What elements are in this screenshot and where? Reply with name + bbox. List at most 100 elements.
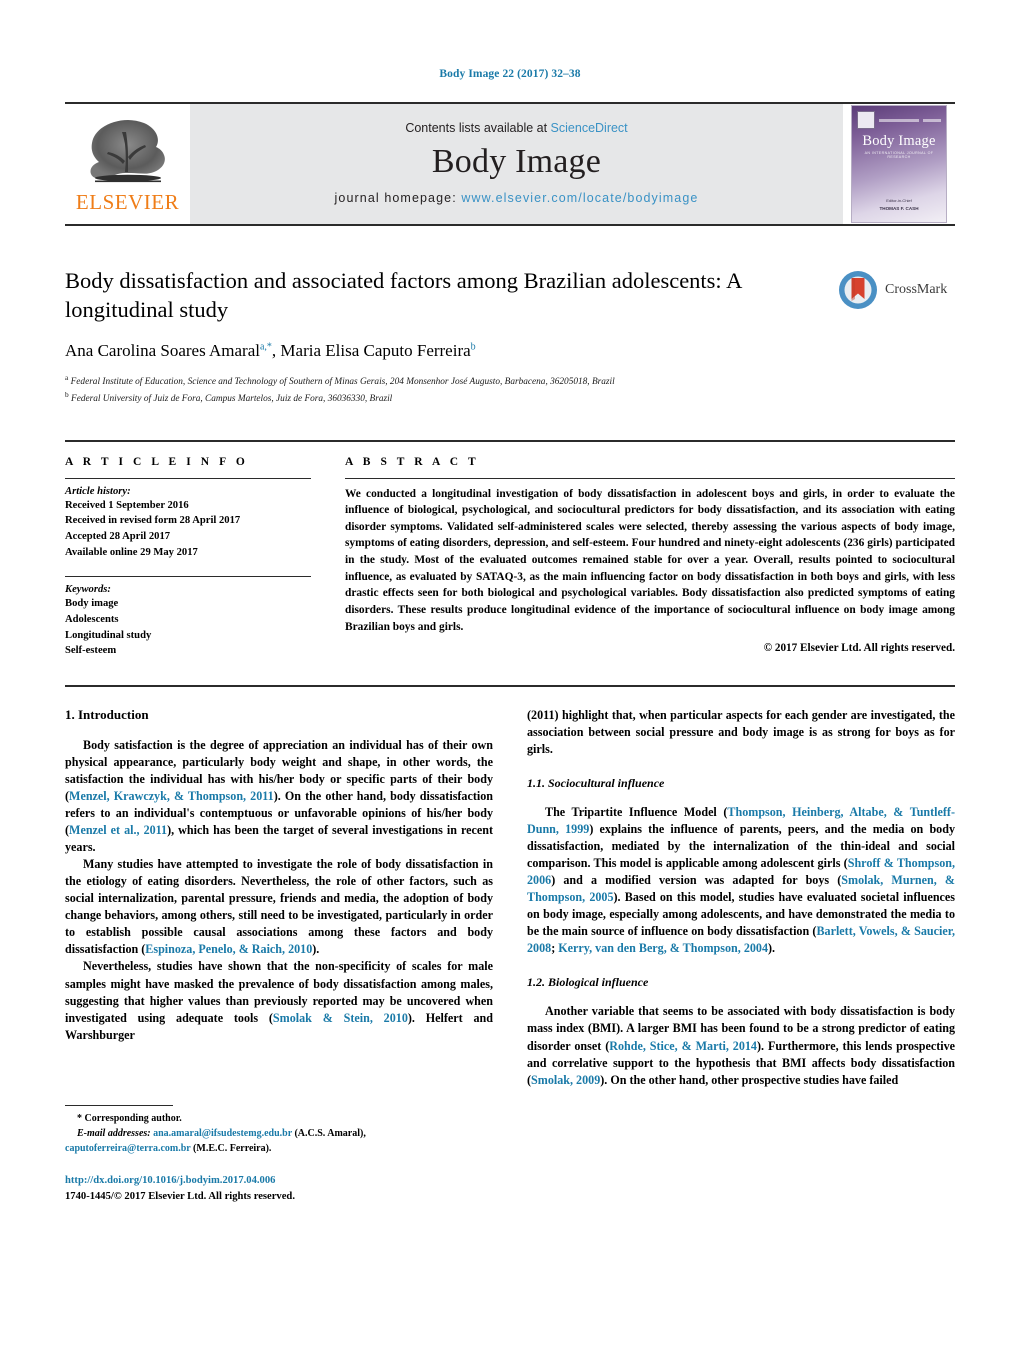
keyword-item: Adolescents: [65, 613, 119, 625]
cover-title: Body Image: [862, 133, 936, 149]
paragraph-continuation: (2011) highlight that, when particular a…: [527, 707, 955, 758]
article-info-heading: A R T I C L E I N F O: [65, 455, 249, 468]
author-marks: a,*: [259, 340, 272, 352]
copyright-line: © 2017 Elsevier Ltd. All rights reserved…: [763, 642, 955, 655]
affiliation-item: b Federal University of Juiz de Fora, Ca…: [65, 389, 955, 407]
article-page: Body Image 22 (2017) 32–38 ELSEVIER Cont…: [0, 0, 1020, 1351]
abstract-heading: A B S T R A C T: [345, 455, 480, 468]
doi-block: http://dx.doi.org/10.1016/j.bodyim.2017.…: [65, 1173, 493, 1205]
citation-link[interactable]: Menzel, Krawczyk, & Thompson, 2011: [69, 789, 274, 803]
text-run: The Tripartite Influence Model (: [545, 805, 728, 820]
citation-link[interactable]: Smolak & Stein, 2010: [273, 1011, 408, 1025]
keyword-item: Self-esteem: [65, 645, 117, 657]
keyword-item: Body image: [65, 598, 119, 610]
journal-cover-thumbnail: Body Image AN INTERNATIONAL JOURNAL OF R…: [843, 104, 955, 224]
history-item: Received in revised form 28 April 2017: [65, 515, 241, 527]
citation-link[interactable]: Smolak, 2009: [531, 1073, 600, 1087]
text-run: (2011) highlight that, when particular a…: [527, 707, 955, 756]
elsevier-logo: ELSEVIER: [65, 104, 190, 224]
divider: [65, 576, 311, 578]
elsevier-wordmark: ELSEVIER: [75, 190, 180, 214]
divider: [65, 477, 311, 479]
abstract-column: A B S T R A C T We conducted a longitudi…: [345, 442, 955, 659]
history-item: Accepted 28 April 2017: [65, 530, 171, 542]
cover-top-rule: [879, 118, 919, 122]
affiliation-list: a Federal Institute of Education, Scienc…: [65, 372, 955, 407]
right-column: (2011) highlight that, when particular a…: [527, 707, 955, 1205]
citation-link[interactable]: Menzel et al., 2011: [69, 823, 167, 837]
text-run: ). On the other hand, other prospective …: [600, 1072, 899, 1087]
affiliation-item: a Federal Institute of Education, Scienc…: [65, 372, 955, 390]
affiliation-text: Federal Institute of Education, Science …: [70, 376, 615, 387]
citation-link[interactable]: Espinoza, Penelo, & Raich, 2010: [145, 942, 312, 956]
keyword-item: Longitudinal study: [65, 629, 152, 641]
cover-editor-label: Editor-in-Chief: [886, 198, 912, 204]
doi-link[interactable]: http://dx.doi.org/10.1016/j.bodyim.2017.…: [65, 1173, 493, 1189]
cover-subtitle: AN INTERNATIONAL JOURNAL OF RESEARCH: [864, 151, 934, 159]
history-item: Received 1 September 2016: [65, 499, 189, 511]
email-link[interactable]: caputoferreira@terra.com.br: [65, 1143, 191, 1154]
affiliation-text: Federal University of Juiz de Fora, Camp…: [71, 394, 393, 405]
history-item: Available online 29 May 2017: [65, 546, 198, 558]
footnote-block: * Corresponding author. E-mail addresses…: [65, 1105, 493, 1205]
email-addresses-line: E-mail addresses: ana.amaral@ifsudestemg…: [65, 1126, 493, 1141]
cover-topbar: [857, 111, 941, 129]
corresponding-author-note: * Corresponding author.: [77, 1113, 182, 1125]
contents-available-line: Contents lists available at ScienceDirec…: [405, 121, 627, 135]
cover-top-rule-2: [923, 118, 941, 122]
masthead-center: Contents lists available at ScienceDirec…: [190, 104, 843, 224]
cover-card: Body Image AN INTERNATIONAL JOURNAL OF R…: [851, 105, 947, 223]
subsection-heading-biological: 1.2. Biological influence: [527, 975, 649, 990]
author-list: Ana Carolina Soares Amarala,*, Maria Eli…: [65, 341, 955, 361]
body-columns: 1. Introduction Body satisfaction is the…: [65, 684, 955, 1205]
crossmark-label: CrossMark: [885, 282, 948, 297]
page-title: Body dissatisfaction and associated fact…: [65, 268, 742, 323]
contents-prefix: Contents lists available at: [405, 120, 551, 135]
title-block: CrossMark Body dissatisfaction and assoc…: [65, 266, 955, 407]
citation-link[interactable]: Kerry, van den Berg, & Thompson, 2004: [558, 941, 768, 955]
abstract-text: We conducted a longitudinal investigatio…: [345, 487, 955, 633]
email-link[interactable]: ana.amaral@ifsudestemg.edu.br: [153, 1128, 292, 1139]
email-addresses-line-2: caputoferreira@terra.com.br (M.E.C. Ferr…: [65, 1141, 493, 1156]
author-name: Maria Elisa Caputo Ferreira: [280, 340, 471, 360]
article-info-column: A R T I C L E I N F O Article history: R…: [65, 442, 311, 659]
subsection-heading-sociocultural: 1.1. Sociocultural influence: [527, 776, 665, 791]
sciencedirect-link[interactable]: ScienceDirect: [551, 121, 628, 135]
journal-masthead: ELSEVIER Contents lists available at Sci…: [65, 102, 955, 226]
author-name: Ana Carolina Soares Amaral: [65, 340, 260, 360]
issn-copyright-line: 1740-1445/© 2017 Elsevier Ltd. All right…: [65, 1190, 295, 1202]
text-run: ).: [312, 942, 320, 957]
homepage-url-link[interactable]: www.elsevier.com/locate/bodyimage: [461, 191, 698, 205]
journal-title: Body Image: [431, 142, 602, 180]
cover-editor-name: THOMAS F. CASH: [879, 206, 919, 212]
paragraph: Another variable that seems to be associ…: [527, 1003, 955, 1088]
paragraph: Nevertheless, studies have shown that th…: [65, 958, 493, 1043]
elsevier-tree-icon: [89, 120, 165, 183]
footnote-divider: [65, 1105, 173, 1107]
left-column: 1. Introduction Body satisfaction is the…: [65, 707, 493, 1205]
article-history-label: Article history:: [65, 485, 131, 497]
divider: [345, 477, 955, 479]
citation-link[interactable]: Rohde, Stice, & Marti, 2014: [609, 1039, 757, 1053]
email-label: E-mail addresses:: [77, 1128, 151, 1140]
running-head: Body Image 22 (2017) 32–38: [439, 68, 581, 80]
keywords-label: Keywords:: [65, 584, 111, 596]
homepage-prefix: journal homepage:: [334, 191, 462, 206]
email-owner: (A.C.S. Amaral),: [294, 1128, 366, 1140]
text-run: ) and a modified version was adapted for…: [551, 873, 842, 888]
journal-homepage-line: journal homepage: www.elsevier.com/locat…: [335, 191, 699, 205]
cover-badge-icon: [857, 111, 875, 129]
crossmark-icon: [839, 271, 877, 309]
affiliation-mark: b: [65, 390, 69, 399]
text-run: ).: [768, 941, 776, 956]
author-marks: b: [470, 340, 476, 352]
crossmark-badge[interactable]: CrossMark: [837, 260, 955, 320]
paragraph: The Tripartite Influence Model (Thompson…: [527, 804, 955, 957]
cover-footer: Editor-in-Chief THOMAS F. CASH: [852, 198, 946, 213]
email-owner: (M.E.C. Ferreira).: [193, 1143, 272, 1155]
paragraph: Many studies have attempted to investiga…: [65, 856, 493, 958]
keywords-block: Keywords: Body image Adolescents Longitu…: [65, 576, 311, 659]
paragraph: Body satisfaction is the degree of appre…: [65, 737, 493, 856]
section-heading-introduction: 1. Introduction: [65, 706, 149, 722]
affiliation-mark: a: [65, 372, 69, 382]
